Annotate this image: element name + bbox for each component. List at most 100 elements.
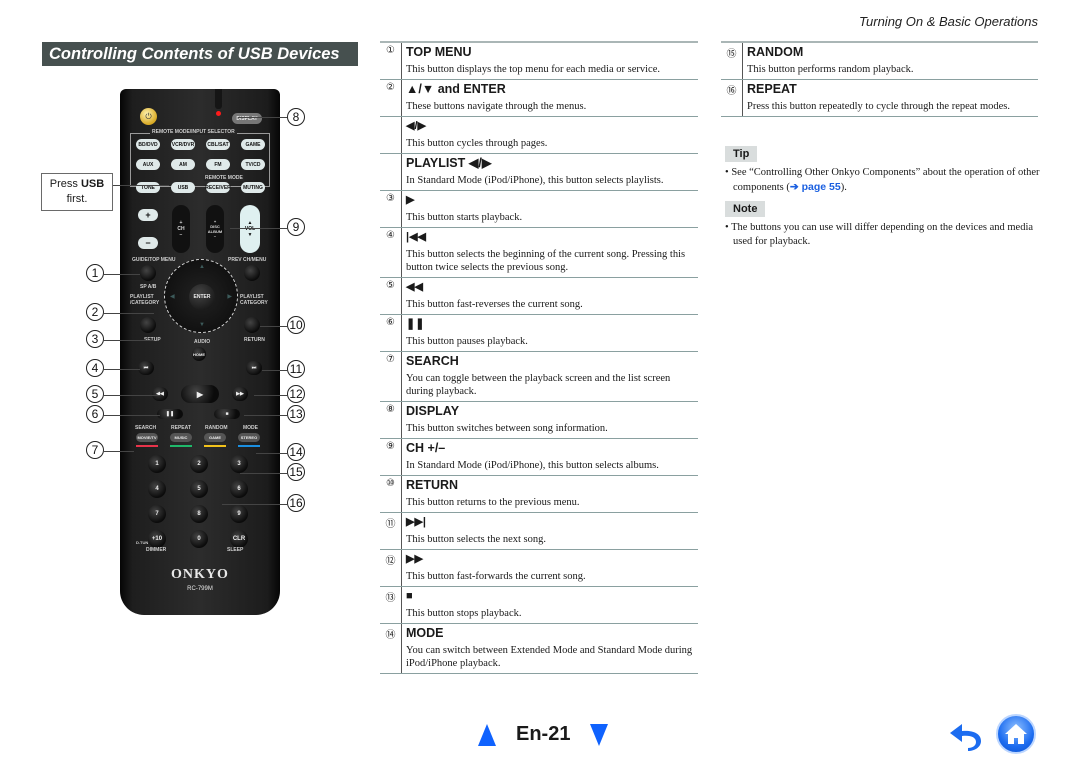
row-description: Press this button repeatedly to cycle th… <box>747 101 1011 112</box>
row-number: ⑫ <box>380 550 402 586</box>
remote-input-button: VCR/DVR <box>171 139 195 150</box>
tip-badge: Tip <box>725 146 758 162</box>
back-arrow-icon[interactable] <box>948 720 984 752</box>
remote-number-button: 2 <box>190 455 208 473</box>
callout-leader <box>104 369 140 370</box>
home-icon[interactable] <box>996 714 1036 754</box>
callout-leader <box>104 415 160 416</box>
row-heading: ■ <box>406 590 413 602</box>
remote-input-button: AUX <box>136 159 160 170</box>
row-heading: SEARCH <box>406 354 459 368</box>
table-row: ② ▲/▼ and ENTER These buttons navigate thr… <box>380 79 698 116</box>
row-description: These buttons navigate through the menus… <box>406 101 587 112</box>
row-number <box>380 117 402 153</box>
remote-number-button: 3 <box>230 455 248 473</box>
row-description: This button fast-forwards the current so… <box>406 571 586 582</box>
note-badge: Note <box>725 201 766 217</box>
row-number: ③ <box>380 191 402 227</box>
row-description: This button displays the top menu for ea… <box>406 64 660 75</box>
row-heading: REPEAT <box>747 82 797 96</box>
table-row: PLAYLIST ◀/▶ In Standard Mode (iPod/iPhon… <box>380 153 698 190</box>
prev-label: PREV CH/MENU <box>228 257 267 263</box>
next-page-icon[interactable] <box>590 723 609 746</box>
random-label: RANDOM <box>205 425 228 431</box>
remote-disc-rocker: + DISC ALBUM − <box>206 205 224 253</box>
remote-illustration: ⏻ DISPLAY REMOTE MODE/INPUT SELECTOR BD/… <box>120 89 280 615</box>
callout-leader <box>104 340 154 341</box>
row-number: ⑪ <box>380 513 402 549</box>
power-icon: ⏻ <box>140 108 157 125</box>
row-number: ⑮ <box>721 43 743 79</box>
callout-number: 13 <box>287 405 305 423</box>
remote-input-button: TONE <box>136 182 160 193</box>
section-title: Controlling Contents of USB Devices <box>42 42 358 66</box>
remote-play-button: ▶ <box>181 385 219 403</box>
row-number <box>380 154 402 190</box>
table-row: ⑤ ◀◀ This button fast-reverses the current… <box>380 277 698 314</box>
remote-input-button: RECEIVER <box>205 182 231 193</box>
remote-input-button: GAME <box>241 139 265 150</box>
remote-home-button: HOME <box>192 347 206 361</box>
callout-leader <box>104 451 134 452</box>
return-label: RETURN <box>244 337 265 343</box>
callout-leader <box>104 395 160 396</box>
row-heading: ◀/▶ <box>406 120 426 132</box>
remote-number-button: 5 <box>190 480 208 498</box>
previous-page-icon[interactable] <box>478 723 496 746</box>
row-heading: PLAYLIST ◀/▶ <box>406 156 492 170</box>
table-row: ◀/▶ This button cycles through pages. <box>380 116 698 153</box>
callout-number: 1 <box>86 264 104 282</box>
remote-input-button: FM <box>206 159 230 170</box>
dimmer-label: DIMMER <box>146 547 167 553</box>
table-row: ⑦ SEARCH You can toggle between the playba… <box>380 351 698 401</box>
remote-top-menu-button <box>140 265 156 281</box>
remote-pause-button: ❚❚ <box>157 409 183 419</box>
row-number: ⑭ <box>380 624 402 673</box>
mode-color-bar <box>204 445 226 447</box>
callout-leader <box>104 313 154 314</box>
table-row: ⑥ ❚❚ This button pauses playback. <box>380 314 698 351</box>
press-usb-callout: Press USB first. <box>41 173 113 211</box>
selector-label: REMOTE MODE/INPUT SELECTOR <box>150 129 237 135</box>
row-description: In Standard Mode (iPod/iPhone), this but… <box>406 175 664 186</box>
sp-label: SP A/B <box>140 284 157 290</box>
mode-color-bar <box>238 445 260 447</box>
remote-mode-button: MUSIC <box>170 433 192 442</box>
tip-text: • See “Controlling Other Onkyo Component… <box>725 167 1040 193</box>
row-number: ② <box>380 80 402 116</box>
callout-number: 12 <box>287 385 305 403</box>
remote-model: RC-799M <box>187 586 213 592</box>
page-number: En-21 <box>516 723 571 745</box>
remote-brand-logo: ONKYO <box>171 567 229 582</box>
table-row: ⑭ MODE You can switch between Extended Mod… <box>380 623 698 674</box>
callout-leader <box>104 274 140 275</box>
remote-input-button: TV/CD <box>241 159 265 170</box>
remote-display-button: DISPLAY <box>232 113 262 124</box>
playlist-left-label: PLAYLIST /CATEGORY <box>130 294 160 306</box>
remote-ff-button: ▶▶ <box>232 387 248 401</box>
table-row: ④ |◀◀ This button selects the beginning of… <box>380 227 698 277</box>
remote-mode-button: GAME <box>204 433 226 442</box>
row-heading: ▲/▼ and ENTER <box>406 82 506 96</box>
callout-leader <box>238 117 287 118</box>
remote-input-button: MUTING <box>241 182 265 193</box>
row-description: This button fast-reverses the current so… <box>406 299 583 310</box>
callout-leader <box>256 453 287 454</box>
page-55-link[interactable]: ➔ page 55 <box>790 181 841 193</box>
table-row: ⑮ RANDOM This button performs random playb… <box>721 41 1038 79</box>
remote-rew-button: ◀◀ <box>152 387 168 401</box>
row-heading: DISPLAY <box>406 404 460 418</box>
row-heading: CH +/– <box>406 441 446 455</box>
callout-number: 3 <box>86 330 104 348</box>
row-number: ⑦ <box>380 352 402 401</box>
remote-ch-rocker: + CH − <box>172 205 190 253</box>
callout-leader <box>222 504 287 505</box>
callout-number: 2 <box>86 303 104 321</box>
table-row: ⑨ CH +/– In Standard Mode (iPod/iPhone), t… <box>380 438 698 475</box>
remote-setup-button <box>140 317 156 333</box>
mode-color-bar <box>170 445 192 447</box>
dtun-label: D.TUN <box>136 540 149 545</box>
row-description: This button returns to the previous menu… <box>406 497 580 508</box>
remote-prev-menu-button <box>244 265 260 281</box>
row-number: ⑬ <box>380 587 402 623</box>
